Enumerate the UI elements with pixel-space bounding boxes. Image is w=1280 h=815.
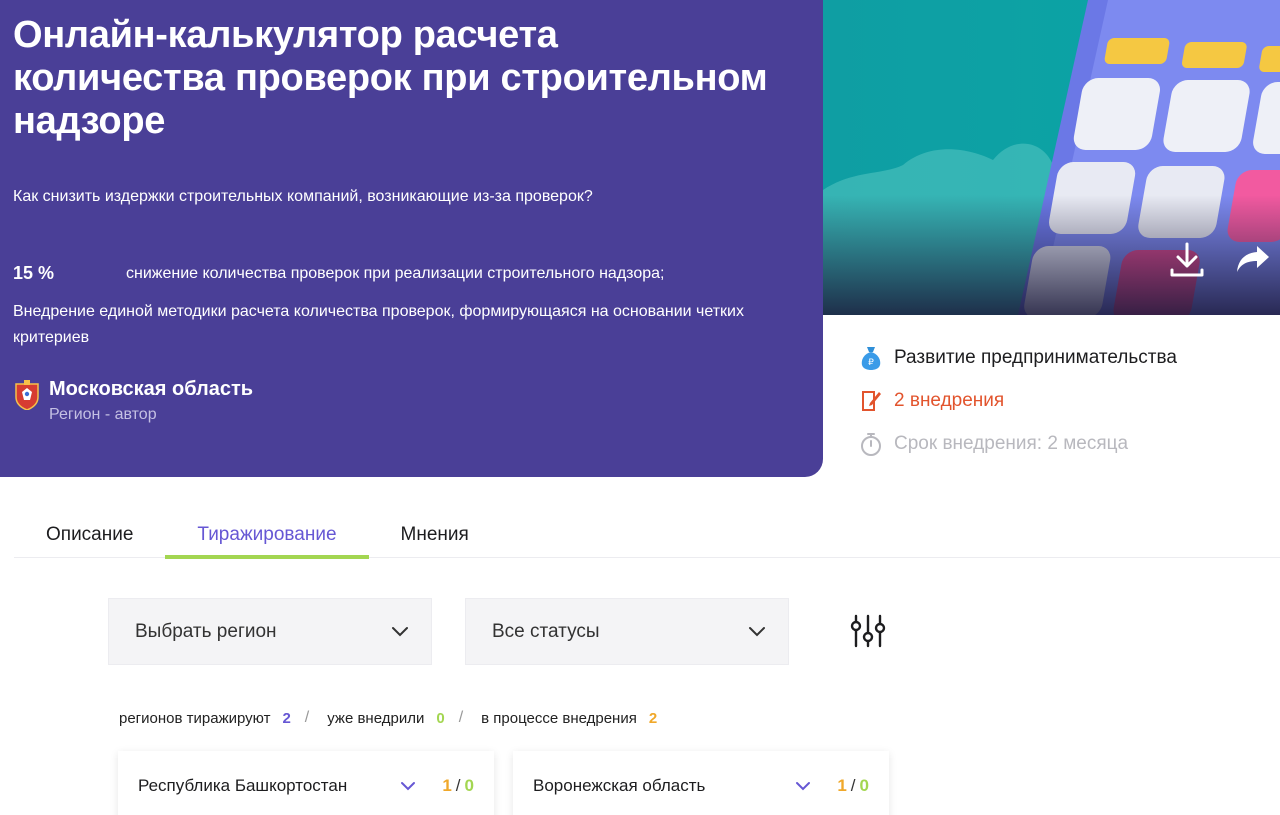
chevron-down-icon[interactable] bbox=[400, 781, 416, 791]
share-icon[interactable] bbox=[1233, 240, 1273, 280]
stopwatch-icon bbox=[858, 431, 884, 457]
image-shade bbox=[823, 195, 1280, 315]
meta-term-label: Срок внедрения: 2 месяца bbox=[894, 433, 1129, 454]
region-select-value: Выбрать регион bbox=[135, 620, 277, 642]
summary-implemented-label: уже внедрили bbox=[327, 709, 425, 727]
tabs: Описание Тиражирование Мнения bbox=[14, 512, 1280, 559]
stat-row: 15 % снижение количества проверок при ре… bbox=[13, 263, 664, 284]
hero-illustration bbox=[823, 0, 1280, 315]
svg-text:₽: ₽ bbox=[868, 358, 874, 368]
summary-separator: / bbox=[304, 709, 310, 726]
region-count-in-progress: 1 bbox=[442, 776, 452, 795]
status-select[interactable]: Все статусы bbox=[465, 598, 789, 665]
region-count-separator: / bbox=[455, 776, 461, 795]
money-bag-icon: ₽ bbox=[858, 345, 884, 371]
region-count-separator: / bbox=[850, 776, 856, 795]
stat-text: снижение количества проверок при реализа… bbox=[126, 264, 665, 282]
region-select[interactable]: Выбрать регион bbox=[108, 598, 432, 665]
meta-implementations-label: 2 внедрения bbox=[894, 390, 1005, 411]
stat-value: 15 % bbox=[13, 263, 55, 283]
tab-opinions[interactable]: Мнения bbox=[369, 512, 501, 558]
author-name[interactable]: Московская область bbox=[49, 376, 253, 402]
practice-meta: ₽ Развитие предпринимательства 2 внедрен… bbox=[858, 344, 1177, 473]
chevron-down-icon bbox=[749, 626, 765, 636]
tab-replication[interactable]: Тиражирование bbox=[165, 512, 369, 559]
chevron-down-icon bbox=[392, 626, 408, 636]
summary-separator: / bbox=[458, 709, 464, 726]
meta-category[interactable]: ₽ Развитие предпринимательства bbox=[858, 344, 1177, 372]
meta-implementations[interactable]: 2 внедрения bbox=[858, 387, 1177, 415]
status-select-value: Все статусы bbox=[492, 620, 600, 642]
page: Онлайн-калькулятор расчета количества пр… bbox=[0, 0, 1280, 815]
region-card-bashkortostan[interactable]: Республика Башкортостан 1/0 bbox=[118, 751, 494, 815]
region-card-voronezh[interactable]: Воронежская область 1/0 bbox=[513, 751, 889, 815]
author-role: Регион - автор bbox=[49, 406, 157, 423]
tab-description[interactable]: Описание bbox=[14, 512, 165, 558]
coat-of-arms-icon bbox=[15, 380, 39, 410]
chevron-down-icon[interactable] bbox=[795, 781, 811, 791]
document-edit-icon bbox=[858, 388, 884, 414]
hero-card: Онлайн-калькулятор расчета количества пр… bbox=[0, 0, 823, 477]
summary-implemented-count: 0 bbox=[436, 709, 445, 727]
region-count: 1/0 bbox=[837, 776, 869, 796]
summary-in-progress-count: 2 bbox=[648, 709, 658, 727]
summary-in-progress-label: в процессе внедрения bbox=[481, 709, 637, 727]
region-count-implemented: 0 bbox=[859, 776, 869, 795]
region-name: Республика Башкортостан bbox=[138, 776, 348, 795]
meta-term: Срок внедрения: 2 месяца bbox=[858, 430, 1177, 458]
page-title: Онлайн-калькулятор расчета количества пр… bbox=[13, 14, 768, 142]
summary-replicating-label: регионов тиражируют bbox=[119, 709, 271, 727]
hero-question: Как снизить издержки строительных компан… bbox=[13, 188, 593, 205]
replication-summary: регионов тиражируют 2 / уже внедрили 0 /… bbox=[119, 709, 657, 727]
download-icon[interactable] bbox=[1167, 240, 1207, 280]
author-block[interactable]: Московская область Регион - автор bbox=[14, 376, 253, 424]
filter-sliders-icon[interactable] bbox=[849, 614, 887, 648]
summary-replicating-count: 2 bbox=[282, 709, 291, 727]
region-count-implemented: 0 bbox=[464, 776, 474, 795]
meta-category-label: Развитие предпринимательства bbox=[894, 347, 1177, 368]
region-count: 1/0 bbox=[442, 776, 474, 796]
hero-description: Внедрение единой методики расчета количе… bbox=[13, 303, 744, 346]
region-name: Воронежская область bbox=[533, 776, 706, 795]
region-count-in-progress: 1 bbox=[837, 776, 847, 795]
